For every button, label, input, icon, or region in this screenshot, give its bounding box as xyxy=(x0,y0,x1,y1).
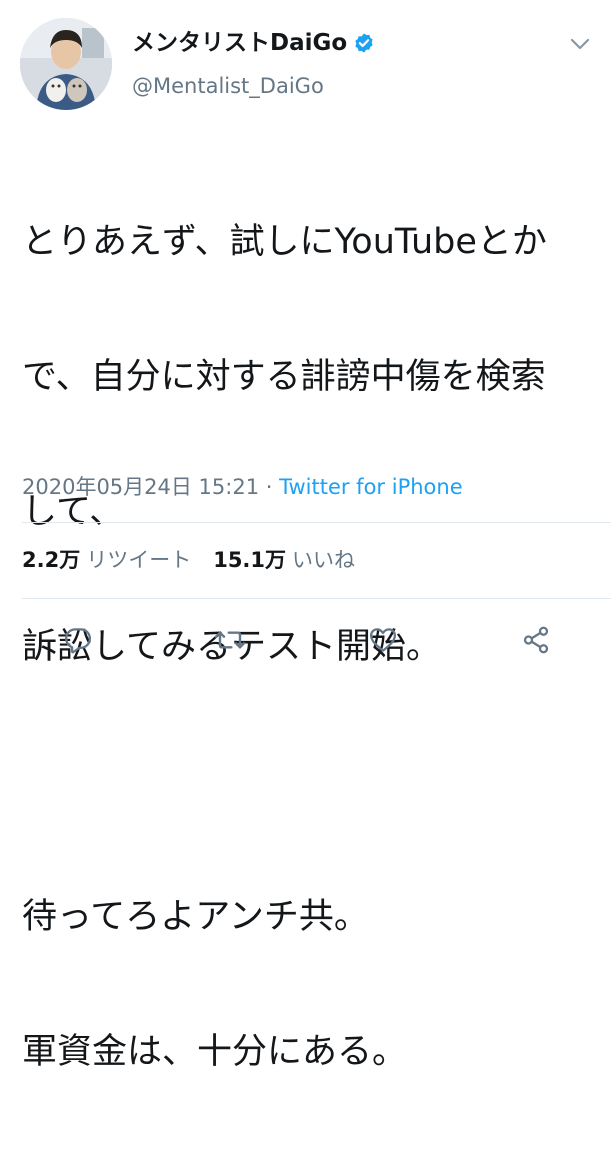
tweet-meta: 2020年05月24日 15:21 · Twitter for iPhone xyxy=(22,473,463,501)
display-name-text: メンタリストDaiGo xyxy=(132,30,348,56)
share-icon xyxy=(523,626,549,654)
tweet-text-line: 訴訟してみるテスト開始。 xyxy=(22,627,441,667)
tweet-text: とりあえず、試しにYouTubeとか で、自分に対する誹謗中傷を検索 して、 訴… xyxy=(22,130,597,1165)
share-button[interactable] xyxy=(516,620,556,660)
tweet-source-link[interactable]: Twitter for iPhone xyxy=(279,475,463,499)
retweets-count: 2.2万 xyxy=(22,548,81,572)
profile-photo-icon xyxy=(20,18,112,110)
retweets-stat[interactable]: 2.2万 リツイート xyxy=(22,548,191,572)
tweet-text-line: 待ってろよアンチ共。 xyxy=(22,897,369,937)
tweet-text-line: 軍資金は、十分にある。 xyxy=(22,1032,408,1072)
retweet-icon xyxy=(214,631,246,649)
tweet-text-line xyxy=(22,760,597,805)
reply-button[interactable] xyxy=(58,620,98,660)
tweet-stats: 2.2万 リツイート 15.1万 いいね xyxy=(22,545,355,575)
meta-separator: · xyxy=(259,475,280,499)
retweet-button[interactable] xyxy=(210,620,250,660)
reply-icon xyxy=(65,628,91,654)
likes-count: 15.1万 xyxy=(213,548,287,572)
avatar[interactable] xyxy=(20,18,112,110)
display-name[interactable]: メンタリストDaiGo xyxy=(132,28,375,58)
divider xyxy=(22,522,611,523)
likes-stat[interactable]: 15.1万 いいね xyxy=(213,548,355,572)
retweets-label: リツイート xyxy=(86,548,192,572)
tweet-text-line: とりあえず、試しにYouTubeとか xyxy=(22,222,547,262)
chevron-down-icon[interactable] xyxy=(569,36,591,52)
verified-badge-icon xyxy=(355,33,373,53)
like-button[interactable] xyxy=(363,620,403,660)
tweet-text-line: で、自分に対する誹謗中傷を検索 xyxy=(22,357,546,397)
divider xyxy=(22,598,611,599)
tweet-timestamp[interactable]: 2020年05月24日 15:21 xyxy=(22,475,259,499)
likes-label: いいね xyxy=(292,548,356,572)
heart-icon xyxy=(370,628,396,652)
tweet-card: メンタリストDaiGo @Mentalist_DaiGo とりあえず、試しにYo… xyxy=(0,0,611,1072)
user-handle[interactable]: @Mentalist_DaiGo xyxy=(132,72,324,100)
